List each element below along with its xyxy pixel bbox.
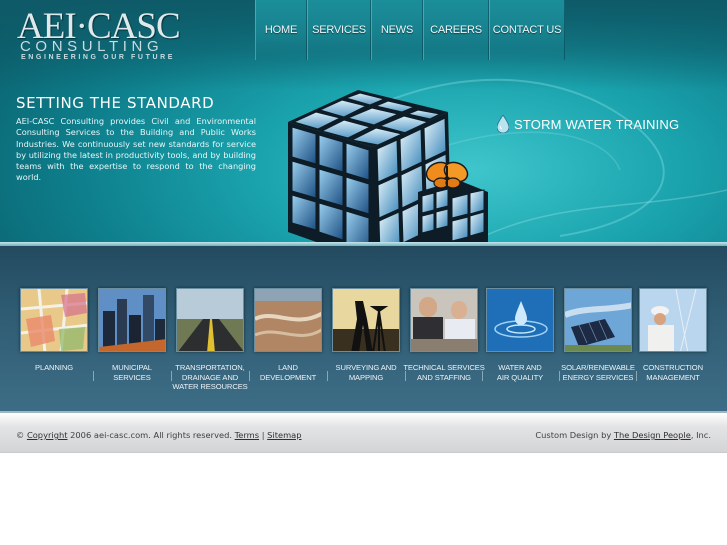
service-thumbnail[interactable] <box>20 288 88 352</box>
nav-contact-us[interactable]: CONTACT US <box>489 0 565 60</box>
footer: © Copyright 2006 aei-casc.com. All right… <box>0 411 727 453</box>
service-label-line: WATER RESOURCES <box>172 382 248 391</box>
design-credit-suffix: , Inc. <box>690 430 711 440</box>
service-label[interactable]: LAND DEVELOPMENT <box>244 363 332 382</box>
service-thumbnail[interactable] <box>486 288 554 352</box>
service-label-line: DEVELOPMENT <box>259 372 317 382</box>
service-label-line: DRAINAGE AND <box>181 372 239 382</box>
service-label-line: PLANNING <box>34 363 74 372</box>
service-label-line: TECHNICAL SERVICES <box>403 363 485 372</box>
service-label-line: AIR QUALITY <box>496 372 544 382</box>
copyright-text: 2006 aei-casc.com. All rights reserved. <box>70 430 232 440</box>
service-label[interactable]: PLANNING <box>10 363 98 373</box>
service-surveying-mapping[interactable]: SURVEYING AND MAPPING <box>322 246 410 406</box>
service-label[interactable]: TRANSPORTATION, DRAINAGE AND WATER RESOURC… <box>166 363 254 392</box>
copyright-link[interactable]: Copyright <box>27 430 68 440</box>
logo-tagline: ENGINEERING OUR FUTURE <box>21 54 176 61</box>
service-photo-solar-renewable <box>565 289 631 351</box>
services-band: PLANNING MUNICIPAL SERVICES TRANSPORTATIO… <box>0 246 727 411</box>
service-municipal-services[interactable]: MUNICIPAL SERVICES <box>88 246 176 406</box>
nav-services[interactable]: SERVICES <box>307 0 371 60</box>
service-label[interactable]: WATER AND AIR QUALITY <box>476 363 564 382</box>
service-label-line: WATER AND <box>498 363 542 372</box>
water-drop-icon <box>497 115 509 133</box>
service-water-air-quality[interactable]: WATER AND AIR QUALITY <box>476 246 564 406</box>
logo-consulting: CONSULTING <box>20 38 164 55</box>
service-thumbnail[interactable] <box>254 288 322 352</box>
service-thumbnail[interactable] <box>639 288 707 352</box>
service-photo-land-development <box>255 289 321 351</box>
service-label-line: SURVEYING AND <box>335 363 397 372</box>
nav-careers[interactable]: CAREERS <box>423 0 489 60</box>
service-thumbnail[interactable] <box>410 288 478 352</box>
storm-water-training-link[interactable]: STORM WATER TRAINING <box>497 115 679 133</box>
service-label-line: LAND <box>278 363 298 372</box>
footer-copyright: © Copyright 2006 aei-casc.com. All right… <box>16 430 302 440</box>
service-label-line: TRANSPORTATION, <box>175 363 245 372</box>
terms-link[interactable]: Terms <box>235 430 259 440</box>
service-thumbnail[interactable] <box>176 288 244 352</box>
service-label-line: MANAGEMENT <box>646 372 700 382</box>
service-photo-transportation <box>177 289 243 351</box>
service-photo-technical-services <box>411 289 477 351</box>
service-label-line: MAPPING <box>348 372 384 382</box>
main-nav: HOME SERVICES NEWS CAREERS CONTACT US <box>255 0 565 60</box>
service-label-line: MUNICIPAL <box>112 363 152 372</box>
sitemap-link[interactable]: Sitemap <box>267 430 301 440</box>
service-photo-municipal-services <box>99 289 165 351</box>
service-label-line: AND STAFFING <box>417 372 471 382</box>
service-construction-management[interactable]: CONSTRUCTION MANAGEMENT <box>629 246 717 406</box>
design-credit-prefix: Custom Design by <box>535 430 612 440</box>
footer-credit: Custom Design by The Design People, Inc. <box>535 430 711 440</box>
intro-heading: SETTING THE STANDARD <box>16 94 215 112</box>
hero-banner: AEI·CASC CONSULTING ENGINEERING OUR FUTU… <box>0 0 727 244</box>
copyright-symbol: © <box>16 430 25 440</box>
nav-news[interactable]: NEWS <box>371 0 423 60</box>
storm-water-training-label: STORM WATER TRAINING <box>514 116 680 132</box>
service-label[interactable]: CONSTRUCTION MANAGEMENT <box>629 363 717 382</box>
service-photo-water-air-quality <box>487 289 553 351</box>
intro-paragraph: AEI-CASC Consulting provides Civil and E… <box>16 116 256 183</box>
footer-divider: | <box>261 430 265 440</box>
service-photo-planning <box>21 289 87 351</box>
service-thumbnail[interactable] <box>98 288 166 352</box>
nav-home[interactable]: HOME <box>255 0 307 60</box>
service-label-line: SERVICES <box>113 372 151 382</box>
service-label[interactable]: MUNICIPAL SERVICES <box>88 363 176 382</box>
service-planning[interactable]: PLANNING <box>10 246 98 406</box>
page: AEI·CASC CONSULTING ENGINEERING OUR FUTU… <box>0 0 727 545</box>
company-logo[interactable]: AEI·CASC CONSULTING ENGINEERING OUR FUTU… <box>17 8 182 65</box>
photo-cube-illustration <box>288 90 489 244</box>
design-people-link[interactable]: The Design People <box>614 430 691 440</box>
service-land-development[interactable]: LAND DEVELOPMENT <box>244 246 332 406</box>
service-photo-construction-management <box>640 289 706 351</box>
service-technical-services[interactable]: TECHNICAL SERVICES AND STAFFING <box>400 246 488 406</box>
service-label-line: CONSTRUCTION <box>643 363 703 372</box>
service-thumbnail[interactable] <box>332 288 400 352</box>
service-label[interactable]: TECHNICAL SERVICES AND STAFFING <box>400 363 488 382</box>
service-transportation[interactable]: TRANSPORTATION, DRAINAGE AND WATER RESOURC… <box>166 246 254 406</box>
service-photo-surveying-mapping <box>333 289 399 351</box>
service-label[interactable]: SURVEYING AND MAPPING <box>322 363 410 382</box>
service-thumbnail[interactable] <box>564 288 632 352</box>
